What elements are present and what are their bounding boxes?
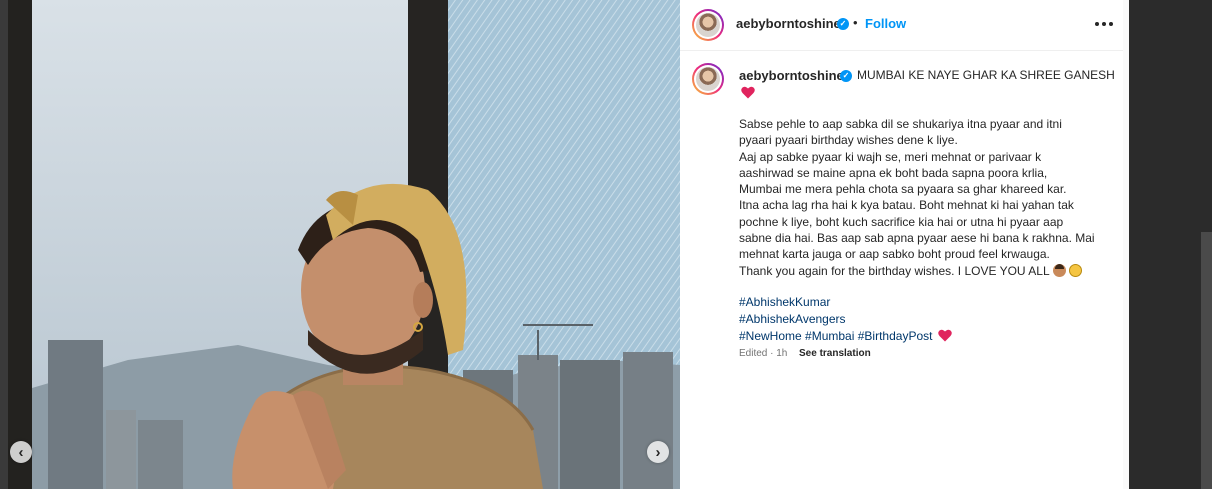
post-header: aebyborntoshine ✓ • Follow [680, 0, 1129, 51]
post-details-panel: aebyborntoshine ✓ • Follow aebyborntoshi… [680, 0, 1129, 489]
carousel-next-button[interactable]: › [647, 441, 669, 463]
more-options-icon[interactable] [1092, 12, 1116, 36]
red-heart-emoji [741, 86, 755, 99]
post-photo-illustration [8, 0, 680, 489]
carousel-previous-button[interactable]: ‹ [10, 441, 32, 463]
caption-title: MUMBAI KE NAYE GHAR KA SHREE GANESH [857, 68, 1115, 82]
profile-picture [696, 67, 720, 91]
backdrop-left [0, 0, 8, 489]
caption-body: Sabse pehle to aap sabka dil se shukariy… [739, 116, 1109, 279]
hashtag-list: #AbhishekKumar #AbhishekAvengers #NewHom… [739, 294, 952, 345]
hashtag-link[interactable]: #Mumbai [805, 329, 854, 343]
red-heart-emoji [938, 329, 952, 342]
separator-dot: • [853, 15, 858, 30]
backdrop-next-post-preview [1201, 232, 1212, 489]
hashtag-link[interactable]: #AbhishekAvengers [739, 312, 846, 326]
verified-badge-icon: ✓ [837, 18, 849, 30]
follow-button[interactable]: Follow [865, 16, 906, 31]
caption-username-link[interactable]: aebyborntoshine [739, 68, 844, 83]
backdrop-right [1129, 0, 1212, 489]
edited-timestamp: Edited · 1h [739, 348, 788, 359]
caption-avatar[interactable] [692, 63, 724, 95]
profile-picture [696, 13, 720, 37]
chevron-right-icon: › [655, 443, 661, 461]
see-translation-link[interactable]: See translation [799, 348, 871, 359]
caption-body-text: Sabse pehle to aap sabka dil se shukariy… [739, 117, 1095, 278]
header-username-link[interactable]: aebyborntoshine [736, 16, 841, 31]
hashtag-link[interactable]: #AbhishekKumar [739, 295, 830, 309]
panel-scrollbar[interactable] [1123, 0, 1129, 489]
hashtag-link[interactable]: #NewHome [739, 329, 802, 343]
post-photo: ‹ › [8, 0, 680, 489]
verified-badge-icon: ✓ [840, 70, 852, 82]
hashtag-link[interactable]: #BirthdayPost [858, 329, 933, 343]
chevron-left-icon: ‹ [18, 443, 24, 461]
person-bowing-emoji [1052, 263, 1066, 277]
avatar[interactable] [692, 9, 724, 41]
pleading-face-emoji [1068, 263, 1082, 277]
